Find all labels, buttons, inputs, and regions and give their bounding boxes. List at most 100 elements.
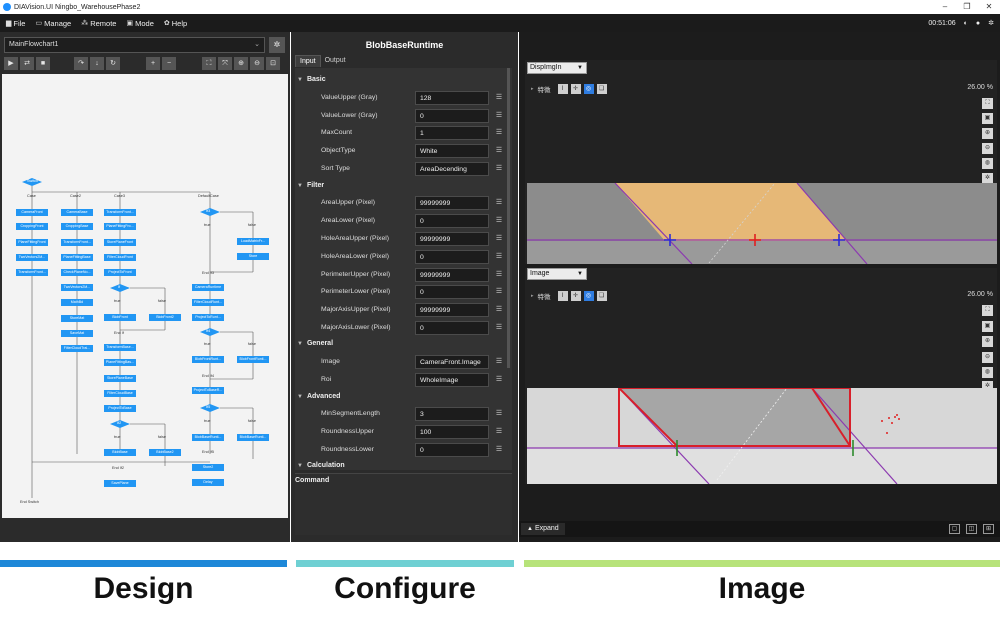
section-basic[interactable]: ▼ Basic	[297, 74, 326, 86]
crosshair-icon[interactable]: ✛	[570, 291, 581, 301]
menu-icon[interactable]: ☰	[494, 268, 504, 282]
add-node-button[interactable]: +	[146, 57, 160, 70]
flow-node[interactable]: TransformBase...	[104, 344, 136, 351]
layers-icon[interactable]: ❏	[596, 84, 607, 94]
image-source-select[interactable]: DispImgIn ▼	[527, 62, 587, 74]
fit-view-button[interactable]: ⛶	[202, 57, 216, 70]
flowchart-select[interactable]: MainFlowchart1 ⌄	[4, 37, 265, 53]
menu-mode[interactable]: ▣ Mode	[126, 19, 153, 28]
roi-input[interactable]	[415, 373, 489, 387]
zoom-out-icon[interactable]: ⊖	[982, 352, 993, 363]
property-scrollbar[interactable]	[507, 68, 510, 368]
flow-node[interactable]: Store2	[192, 464, 224, 471]
flow-node[interactable]: BlobBaseRunti...	[192, 434, 224, 441]
hole-area-lower-input[interactable]	[415, 250, 489, 264]
menu-icon[interactable]: ☰	[494, 285, 504, 299]
flow-node[interactable]: ProjectToBase	[104, 405, 136, 412]
menu-icon[interactable]: ☰	[494, 303, 504, 317]
menu-icon[interactable]: ☰	[494, 214, 504, 228]
perimeter-lower-input[interactable]	[415, 285, 489, 299]
area-lower-input[interactable]	[415, 214, 489, 228]
major-axis-lower-input[interactable]	[415, 321, 489, 335]
lock-button[interactable]: ⊡	[266, 57, 280, 70]
menu-icon[interactable]: ☰	[494, 232, 504, 246]
perimeter-upper-input[interactable]	[415, 268, 489, 282]
split-view-button[interactable]: ◫	[966, 524, 977, 534]
theme-icon[interactable]: ◐	[964, 20, 968, 27]
menu-icon[interactable]: ☰	[494, 443, 504, 457]
camera-image-1[interactable]	[527, 183, 997, 264]
zoom-out-button[interactable]: ⊖	[250, 57, 264, 70]
camera-image-2[interactable]	[527, 388, 997, 484]
menu-icon[interactable]: ☰	[494, 321, 504, 335]
min-segment-length-input[interactable]	[415, 407, 489, 421]
expand-button[interactable]: ▲ Expand	[521, 523, 565, 535]
flow-node[interactable]: TransformFront...	[104, 209, 136, 216]
flow-node[interactable]: StorePlaneBase	[104, 375, 136, 382]
tab-input[interactable]: Input	[295, 55, 321, 67]
flow-node[interactable]: FilterCloudTrai...	[61, 345, 93, 352]
menu-icon[interactable]: ☰	[494, 355, 504, 369]
flow-node[interactable]: SaveMat	[61, 330, 93, 337]
section-general[interactable]: ▼ General	[297, 338, 333, 350]
value-lower-input[interactable]	[415, 109, 489, 123]
zoom-in-icon[interactable]: ⊕	[982, 128, 993, 139]
menu-icon[interactable]: ☰	[494, 425, 504, 439]
section-filter[interactable]: ▼ Filter	[297, 180, 324, 192]
step-over-button[interactable]: ↷	[74, 57, 88, 70]
full-view-icon[interactable]: ▣	[982, 113, 993, 124]
major-axis-upper-input[interactable]	[415, 303, 489, 317]
value-upper-input[interactable]	[415, 91, 489, 105]
flow-node[interactable]: BlobFront	[104, 314, 136, 321]
flowchart-canvas[interactable]: Switch Case Case2 Case3 DefaultCase Came…	[2, 74, 288, 518]
image-input[interactable]	[415, 355, 489, 369]
menu-remote[interactable]: ⁂ Remote	[81, 19, 116, 28]
flow-node[interactable]: FilterCloudBase	[104, 390, 136, 397]
flow-node[interactable]: Delay	[192, 479, 224, 486]
text-cursor-icon[interactable]: I	[557, 84, 568, 94]
flow-node[interactable]: ProjectToBaseR...	[192, 387, 224, 394]
flow-node[interactable]: TwoVectors2M...	[16, 254, 48, 261]
remove-node-button[interactable]: −	[162, 57, 176, 70]
flow-node[interactable]: BlobFrontRunti...	[237, 356, 269, 363]
flow-node[interactable]: TwoVectors2M...	[61, 284, 93, 291]
loop-button[interactable]: ⇄	[20, 57, 34, 70]
palette-icon[interactable]: ◍	[982, 158, 993, 169]
menu-icon[interactable]: ☰	[494, 250, 504, 264]
flow-node[interactable]: CameraRuntime	[192, 284, 224, 291]
palette-icon[interactable]: ◍	[982, 367, 993, 378]
sort-type-input[interactable]	[415, 162, 489, 176]
menu-manage[interactable]: ▭ Manage	[35, 19, 71, 28]
flow-node[interactable]: TransformFront...	[61, 239, 93, 246]
close-button[interactable]: ✕	[978, 0, 1000, 14]
flow-node[interactable]: FilterCloudRunt...	[192, 299, 224, 306]
menu-icon[interactable]: ☰	[494, 91, 504, 105]
flow-node[interactable]: PlaneFittingFro...	[104, 223, 136, 230]
zoom-in-icon[interactable]: ⊕	[982, 336, 993, 347]
flow-node[interactable]: TransformFront...	[16, 269, 48, 276]
fit-view-icon[interactable]: ⛶	[982, 98, 993, 109]
max-count-input[interactable]	[415, 126, 489, 140]
roundness-upper-input[interactable]	[415, 425, 489, 439]
flowchart-settings-button[interactable]: ✲	[269, 37, 285, 53]
menu-icon[interactable]: ☰	[494, 144, 504, 158]
hole-area-upper-input[interactable]	[415, 232, 489, 246]
settings-icon[interactable]: ✲	[988, 19, 994, 27]
fit-view-icon[interactable]: ⛶	[982, 305, 993, 316]
menu-icon[interactable]: ☰	[494, 407, 504, 421]
maximize-button[interactable]: ❐	[956, 0, 978, 14]
menu-icon[interactable]: ☰	[494, 196, 504, 210]
flow-node[interactable]: ProjectToFront	[104, 269, 136, 276]
single-view-button[interactable]: ▢	[949, 524, 960, 534]
roundness-lower-input[interactable]	[415, 443, 489, 457]
overlay-icon[interactable]: ◎	[583, 84, 594, 94]
menu-icon[interactable]: ☰	[494, 109, 504, 123]
flow-node[interactable]: FilterCloudFront	[104, 254, 136, 261]
full-view-icon[interactable]: ▣	[982, 321, 993, 332]
section-advanced[interactable]: ▼ Advanced	[297, 391, 340, 403]
flow-node[interactable]: StorePlaneFront	[104, 239, 136, 246]
flow-node[interactable]: PlaneFittingFront	[16, 239, 48, 246]
expand-arrow-icon[interactable]: ▸	[531, 293, 534, 299]
run-button[interactable]: ▶	[4, 57, 18, 70]
flow-node[interactable]: Store	[237, 253, 269, 260]
